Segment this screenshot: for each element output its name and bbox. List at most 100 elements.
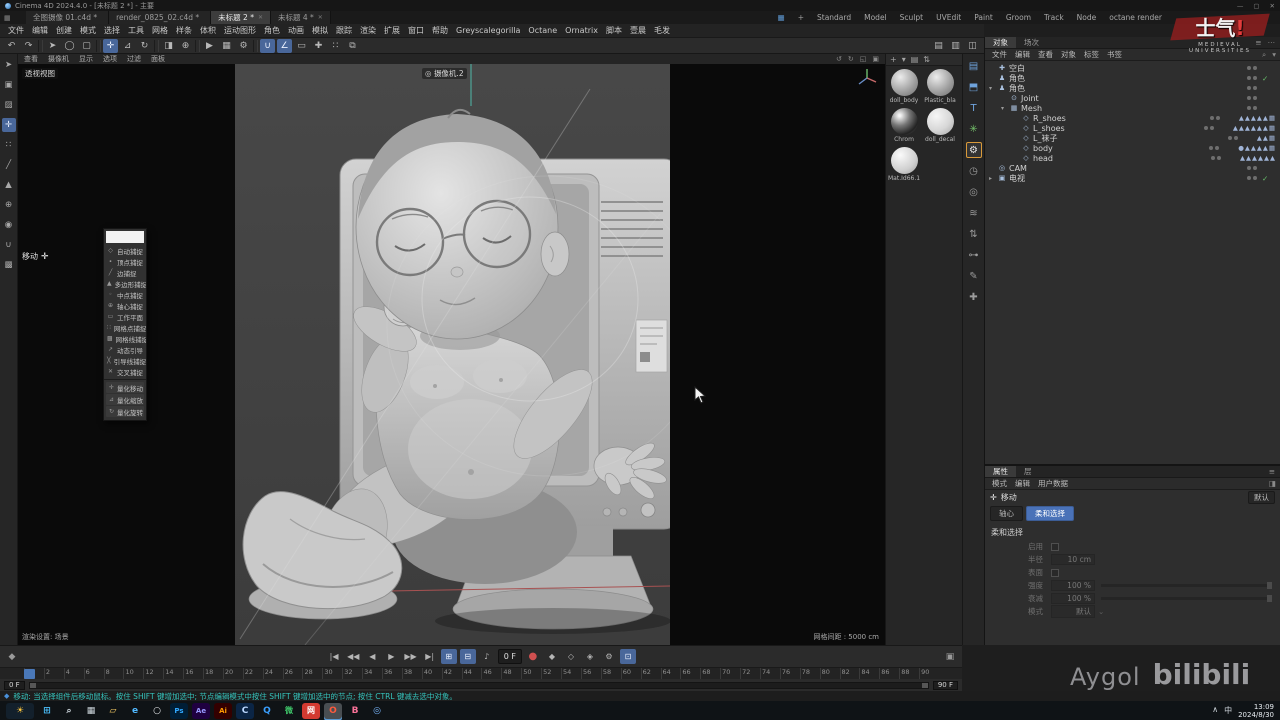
visibility-dot[interactable] bbox=[1247, 166, 1251, 170]
rect-selection-icon[interactable]: ▢ bbox=[79, 39, 94, 53]
grid-toggle-icon[interactable]: ∷ bbox=[328, 39, 343, 53]
cinema4d-icon[interactable]: C bbox=[236, 702, 254, 719]
object-row[interactable]: ◇ body ●▲▲▲▲▦ bbox=[985, 143, 1280, 153]
visibility-dot[interactable] bbox=[1209, 146, 1214, 150]
layout-option[interactable]: Node bbox=[1077, 13, 1097, 22]
viewport-menu-item[interactable]: 查看 bbox=[24, 54, 38, 64]
attribute-slider[interactable] bbox=[1101, 595, 1272, 602]
tray-expand-icon[interactable]: ∧ bbox=[1212, 705, 1218, 716]
visibility-dot[interactable] bbox=[1253, 76, 1257, 80]
frame-mode-icon[interactable]: ⊟ bbox=[459, 649, 476, 664]
material-item[interactable]: Chrom bbox=[889, 108, 919, 143]
workplane-mode-icon[interactable]: ✛ bbox=[1, 118, 16, 132]
object-row[interactable]: ▸ ▣ 电视 ✓ bbox=[985, 173, 1280, 183]
timeline-expand-icon[interactable]: ▣ bbox=[938, 652, 962, 662]
material-item[interactable]: doll_body bbox=[889, 69, 919, 104]
taskbar-clock[interactable]: 13:09 2024/8/30 bbox=[1238, 703, 1274, 719]
move-tool-icon[interactable]: ✛ bbox=[103, 38, 118, 53]
render-picture-viewer-icon[interactable]: ▦ bbox=[219, 39, 234, 53]
om-menu-item[interactable]: 标签 bbox=[1081, 49, 1102, 60]
layout-option[interactable]: Model bbox=[864, 13, 887, 22]
layout-option[interactable]: Groom bbox=[1006, 13, 1031, 22]
snap-menu-item[interactable]: ◇ 自动捕捉 bbox=[104, 245, 146, 256]
menu-item[interactable]: 动画 bbox=[285, 25, 307, 36]
object-name[interactable]: R_shoes bbox=[1033, 114, 1066, 123]
texture-mode-icon[interactable]: ▨ bbox=[2, 98, 16, 112]
close-button[interactable]: ✕ bbox=[1270, 2, 1275, 10]
takes-icon[interactable]: T bbox=[966, 100, 982, 116]
menu-item[interactable]: 毛发 bbox=[651, 25, 673, 36]
qq-icon[interactable]: Q bbox=[258, 703, 276, 719]
points-mode-icon[interactable]: ∷ bbox=[2, 138, 16, 152]
key-rotation-icon[interactable]: ◈ bbox=[582, 649, 598, 664]
layout-option[interactable]: UVEdit bbox=[936, 13, 961, 22]
start-button[interactable]: ⊞ bbox=[38, 703, 56, 719]
mirror-tool-icon[interactable]: ⧉ bbox=[345, 39, 360, 53]
menu-item[interactable]: 体积 bbox=[197, 25, 219, 36]
next-key-icon[interactable]: ▶▶ bbox=[402, 649, 418, 664]
quantize-menu-item[interactable]: ⊿ 量化缩放 bbox=[106, 394, 144, 405]
om-filter-icon[interactable]: ▾ bbox=[1272, 50, 1276, 60]
edges-mode-icon[interactable]: ╱ bbox=[2, 158, 16, 172]
enabled-check[interactable]: ✓ bbox=[1262, 174, 1270, 183]
minimize-button[interactable]: — bbox=[1237, 2, 1244, 10]
attribute-value[interactable]: 100 % bbox=[1051, 580, 1095, 591]
visibility-dot[interactable] bbox=[1215, 146, 1220, 150]
object-row[interactable]: ✚ 空白 bbox=[985, 63, 1280, 73]
menu-item[interactable]: 窗口 bbox=[405, 25, 427, 36]
viewport-menu-item[interactable]: 选项 bbox=[103, 54, 117, 64]
render-settings-label[interactable]: 渲染设置: 场景 bbox=[22, 632, 69, 642]
menu-item[interactable]: 帮助 bbox=[429, 25, 451, 36]
play-icon[interactable]: ▶ bbox=[383, 649, 399, 664]
expander-icon[interactable]: ▸ bbox=[989, 175, 997, 182]
panel-tab[interactable]: 对象 bbox=[985, 37, 1016, 48]
current-frame-field[interactable]: 0 F bbox=[497, 649, 522, 664]
divider[interactable] bbox=[154, 39, 159, 52]
viewport-menu-item[interactable]: 摄像机 bbox=[48, 54, 69, 64]
om-menu-item[interactable]: 对象 bbox=[1058, 49, 1079, 60]
visibility-dot[interactable] bbox=[1215, 116, 1220, 120]
object-row[interactable]: ◇ head ▲▲▲▲▲▲ bbox=[985, 153, 1280, 163]
select-arrow-icon[interactable]: ➤ bbox=[45, 39, 60, 53]
scale-tool-icon[interactable]: ⊿ bbox=[120, 39, 135, 53]
frame-snap-icon[interactable]: ⊞ bbox=[440, 649, 457, 664]
rotate-tool-icon[interactable]: ↻ bbox=[137, 39, 152, 53]
goto-start-icon[interactable]: |◀ bbox=[326, 649, 342, 664]
document-tab[interactable]: 未标题 2 * ✕ bbox=[211, 11, 271, 24]
visibility-dot[interactable] bbox=[1227, 136, 1232, 140]
view-rotate-icon[interactable]: ↺ bbox=[836, 55, 842, 63]
task-view-icon[interactable]: ▦ bbox=[82, 703, 100, 719]
quantize-menu-item[interactable]: ↻ 量化旋转 bbox=[106, 406, 144, 417]
attribute-subtab[interactable]: 柔和选择 bbox=[1026, 506, 1074, 521]
object-row[interactable]: ⊙ Joint bbox=[985, 93, 1280, 103]
visibility-dot[interactable] bbox=[1247, 176, 1251, 180]
om-menu-item[interactable]: 编辑 bbox=[1012, 49, 1033, 60]
undo-icon[interactable]: ↶ bbox=[4, 39, 19, 53]
menu-item[interactable]: 创建 bbox=[53, 25, 75, 36]
range-handle-left[interactable] bbox=[29, 682, 36, 688]
visibility-dot[interactable] bbox=[1247, 66, 1251, 70]
menu-item[interactable]: 壹晨 bbox=[627, 25, 649, 36]
menu-item[interactable]: 角色 bbox=[261, 25, 283, 36]
attribute-subtab[interactable]: 轴心 bbox=[990, 506, 1023, 521]
browser-icon[interactable]: ○ bbox=[148, 703, 166, 719]
layout-option[interactable]: Sculpt bbox=[900, 13, 923, 22]
attribute-value[interactable]: 默认 bbox=[1051, 605, 1095, 618]
add-tab-button[interactable]: + bbox=[798, 13, 804, 22]
visibility-dot[interactable] bbox=[1203, 126, 1208, 130]
object-name[interactable]: 角色 bbox=[1009, 83, 1025, 94]
visibility-dot[interactable] bbox=[1253, 96, 1257, 100]
attribute-checkbox[interactable] bbox=[1051, 568, 1059, 577]
panel-tab[interactable]: 场次 bbox=[1016, 37, 1047, 48]
modeling-axis-icon[interactable]: ✚ bbox=[311, 39, 326, 53]
view-pan-icon[interactable]: ↻ bbox=[848, 55, 854, 63]
object-row[interactable]: ♟ 角色 ✓ bbox=[985, 73, 1280, 83]
photoshop-icon[interactable]: Ps bbox=[170, 702, 188, 719]
pen-icon[interactable]: ✎ bbox=[966, 268, 982, 284]
object-name[interactable]: head bbox=[1033, 154, 1053, 163]
menu-item[interactable]: 运动图形 bbox=[221, 25, 259, 36]
attr-lock-icon[interactable]: ◨ bbox=[1269, 479, 1276, 488]
object-name[interactable]: L_shoes bbox=[1033, 124, 1065, 133]
range-handle-right[interactable] bbox=[921, 682, 928, 688]
range-end-field[interactable]: 90 F bbox=[932, 680, 958, 690]
